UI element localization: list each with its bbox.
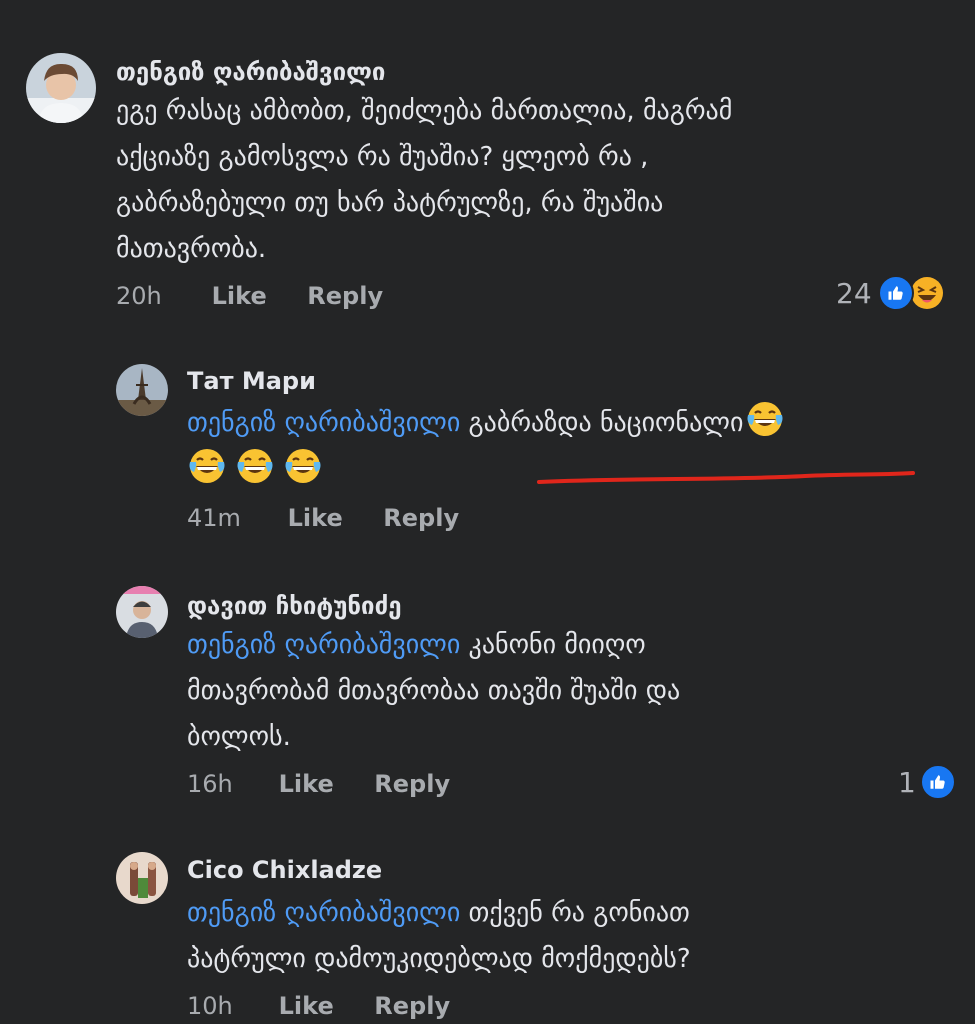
- comment-meta: 20h Like Reply: [116, 282, 383, 310]
- reply-button[interactable]: Reply: [307, 282, 383, 310]
- timestamp[interactable]: 10h: [187, 992, 271, 1020]
- laughing-crying-emoji: [283, 446, 323, 486]
- comment-meta: 41m Like Reply: [187, 504, 459, 532]
- like-icon: [877, 275, 914, 311]
- comment-line: გაბრაზებული თუ ხარ პატრულზე, რა შუაშია: [116, 188, 664, 218]
- comment-line: თენგიზ ღარიბაშვილი კანონი მიიღო: [187, 622, 680, 668]
- timestamp[interactable]: 16h: [187, 770, 271, 798]
- mention-link[interactable]: თენგიზ ღარიბაშვილი: [187, 630, 460, 660]
- comment-text: თენგიზ ღარიბაშვილი კანონი მიიღო მთავრობა…: [187, 622, 680, 760]
- comment-text: ეგე რასაც ამბობთ, შეიძლება მართალია, მაგ…: [116, 88, 732, 272]
- reaction-summary[interactable]: 1: [898, 764, 956, 800]
- comment-meta: 10h Like Reply: [187, 992, 450, 1020]
- comment-meta: 16h Like Reply: [187, 770, 450, 798]
- like-button[interactable]: Like: [288, 504, 376, 532]
- avatar[interactable]: [26, 53, 96, 123]
- like-button[interactable]: Like: [212, 282, 300, 310]
- comment-author[interactable]: დავით ჩხიტუნიძე: [187, 592, 402, 620]
- avatar[interactable]: [116, 852, 168, 904]
- comment-line: თენგიზ ღარიბაშვილი გაბრაზდა ნაციონალი: [187, 399, 785, 446]
- mention-link[interactable]: თენგიზ ღარიბაშვილი: [187, 408, 460, 438]
- comment-4: Cico Chixladze თენგიზ ღარიბაშვილი თქვენ …: [0, 840, 975, 1024]
- comment-line-text: თქვენ რა გონიათ: [460, 898, 690, 928]
- timestamp[interactable]: 20h: [116, 282, 204, 310]
- comment-line-text: კანონი მიიღო: [460, 630, 646, 660]
- reply-button[interactable]: Reply: [374, 770, 450, 798]
- mention-link[interactable]: თენგიზ ღარიბაშვილი: [187, 898, 460, 928]
- comment-line: ეგე რასაც ამბობთ, შეიძლება მართალია, მაგ…: [116, 96, 733, 126]
- comment-author[interactable]: თენგიზ ღარიბაშვილი: [116, 58, 385, 86]
- comment-line-text: გაბრაზდა ნაციონალი: [460, 408, 744, 438]
- laughing-crying-emoji: [187, 446, 227, 486]
- comment-line: პატრული დამოუკიდებლად მოქმედებს?: [187, 944, 691, 974]
- timestamp[interactable]: 41m: [187, 504, 280, 532]
- comment-author[interactable]: Тат Мари: [187, 367, 316, 395]
- comment-author[interactable]: Cico Chixladze: [187, 856, 382, 884]
- comment-3: დავით ჩხიტუნიძე თენგიზ ღარიბაშვილი კანონ…: [0, 570, 975, 820]
- reaction-summary[interactable]: 24: [836, 274, 946, 312]
- reply-button[interactable]: Reply: [383, 504, 459, 532]
- red-underline-annotation: [537, 471, 915, 484]
- comment-line: თენგიზ ღარიბაშვილი თქვენ რა გონიათ: [187, 890, 691, 936]
- like-icon: [919, 764, 956, 800]
- laughing-crying-emoji: [745, 399, 785, 439]
- like-button[interactable]: Like: [279, 992, 367, 1020]
- reaction-count: 24: [836, 276, 872, 310]
- comment-1: თენგიზ ღარიბაშვილი ეგე რასაც ამბობთ, შეი…: [0, 0, 975, 330]
- like-button[interactable]: Like: [279, 770, 367, 798]
- reply-button[interactable]: Reply: [374, 992, 450, 1020]
- avatar[interactable]: [116, 586, 168, 638]
- reaction-count: 1: [898, 765, 916, 799]
- comment-line: აქციაზე გამოსვლა რა შუაშია? ყლეობ რა ,: [116, 142, 649, 172]
- comment-text: თენგიზ ღარიბაშვილი თქვენ რა გონიათ პატრუ…: [187, 890, 691, 982]
- comment-line: მათავრობა.: [116, 234, 267, 264]
- avatar[interactable]: [116, 364, 168, 416]
- laughing-crying-emoji: [235, 446, 275, 486]
- comment-2: Тат Мари თენგიზ ღარიბაშვილი გაბრაზდა ნაც…: [0, 340, 975, 540]
- comment-line: მთავრობამ მთავრობაა თავში შუაში და: [187, 676, 681, 706]
- comment-line: ბოლოს.: [187, 722, 291, 752]
